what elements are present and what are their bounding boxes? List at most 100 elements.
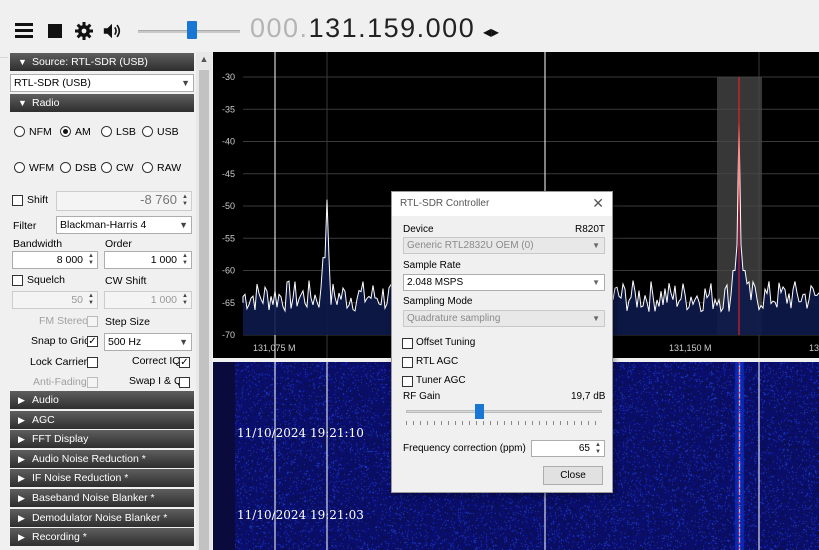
section-label: Recording * <box>32 531 87 543</box>
spin-arrows-icon[interactable]: ▲ ▼ <box>180 293 190 307</box>
step-size-select[interactable]: 500 Hz ▼ <box>104 333 192 351</box>
mode-radio-lsb[interactable]: LSB <box>101 126 136 138</box>
db-tick-label: -30 <box>222 72 235 82</box>
mode-radio-wfm[interactable]: WFM <box>14 162 54 174</box>
order-field[interactable]: 1 000 ▲ ▼ <box>104 251 192 269</box>
frequency-leading-digits[interactable]: 000. <box>250 13 309 43</box>
spin-arrows-icon[interactable]: ▲ ▼ <box>86 253 96 267</box>
scrollbar-thumb[interactable] <box>199 70 209 550</box>
section-label: IF Noise Reduction * <box>32 472 129 484</box>
sampling-mode-select[interactable]: Quadrature sampling ▼ <box>403 310 605 327</box>
rtl-sdr-controller-dialog: RTL-SDR Controller ✕ Device R820T Generi… <box>391 191 613 493</box>
chevron-down-icon: ▼ <box>179 337 188 347</box>
left-panel-scrollbar[interactable]: ▲ <box>196 52 212 550</box>
source-section-header[interactable]: ▼ Source: RTL-SDR (USB) <box>10 53 194 71</box>
device-label: Device <box>403 224 434 235</box>
demodulator-noise-blanker-section-header[interactable]: ▶ Demodulator Noise Blanker * <box>10 509 194 527</box>
menu-icon[interactable] <box>14 21 34 41</box>
mode-radio-dsb[interactable]: DSB <box>60 162 97 174</box>
frequency-digits[interactable]: 131.159.000 <box>309 13 476 43</box>
radio-dot <box>14 126 25 137</box>
db-axis-labels: -30 -35 -40 -45 -50 -55 -60 -65 -70 <box>222 72 235 340</box>
close-icon[interactable]: ✕ <box>592 195 604 212</box>
radio-dot <box>101 162 112 173</box>
scroll-up-arrow-icon[interactable]: ▲ <box>196 54 212 68</box>
spin-arrows-icon[interactable]: ▲ ▼ <box>180 194 190 208</box>
squelch-checkbox[interactable] <box>12 275 23 286</box>
rf-gain-value: 19,7 dB <box>571 391 606 402</box>
correct-iq-checkbox[interactable]: ✓ <box>179 357 190 368</box>
radio-section-header[interactable]: ▼ Radio <box>10 94 194 112</box>
bandwidth-value: 8 000 <box>56 254 83 266</box>
mode-label: LSB <box>116 126 136 138</box>
snap-to-grid-checkbox[interactable]: ✓ <box>87 336 98 347</box>
cw-shift-field[interactable]: 1 000 ▲ ▼ <box>104 291 192 309</box>
squelch-field[interactable]: 50 ▲ ▼ <box>12 291 98 309</box>
spin-arrows-icon[interactable]: ▲ ▼ <box>180 253 190 267</box>
expand-triangle-icon: ▶ <box>18 434 25 444</box>
stop-icon[interactable] <box>48 24 62 38</box>
agc-section-header[interactable]: ▶ AGC <box>10 411 194 429</box>
bandwidth-label: Bandwidth <box>13 238 63 250</box>
radio-dot-selected <box>60 126 71 137</box>
audio-section-header[interactable]: ▶ Audio <box>10 391 194 409</box>
filter-select[interactable]: Blackman-Harris 4 ▼ <box>56 216 192 234</box>
left-control-panel: ▼ Source: RTL-SDR (USB) RTL-SDR (USB) ▼ ▼ R… <box>8 52 196 550</box>
snap-to-grid-label: Snap to Grid <box>31 335 90 347</box>
order-label: Order <box>105 238 132 250</box>
lock-carrier-checkbox[interactable] <box>87 357 98 368</box>
section-label: Demodulator Noise Blanker * <box>32 512 168 524</box>
db-tick-label: -55 <box>222 233 235 243</box>
tuner-agc-checkbox[interactable] <box>402 376 413 387</box>
mode-radio-raw[interactable]: RAW <box>142 162 181 174</box>
rf-gain-slider-track[interactable] <box>406 410 602 413</box>
device-select[interactable]: Generic RTL2832U OEM (0) ▼ <box>403 237 605 254</box>
speaker-icon[interactable] <box>102 21 122 41</box>
fm-stereo-checkbox[interactable] <box>87 316 98 327</box>
recording-section-header[interactable]: ▶ Recording * <box>10 528 194 546</box>
rtl-agc-checkbox[interactable] <box>402 357 413 368</box>
spin-arrows-icon[interactable]: ▲ ▼ <box>86 293 96 307</box>
mode-radio-cw[interactable]: CW <box>101 162 134 174</box>
frequency-correction-field[interactable]: 65 ▲ ▼ <box>531 440 605 457</box>
shift-checkbox[interactable] <box>12 195 23 206</box>
tune-arrows-icon[interactable]: ◂▸ <box>483 22 499 42</box>
device-select-value: Generic RTL2832U OEM (0) <box>407 240 534 251</box>
chevron-down-icon: ▼ <box>592 241 600 250</box>
rf-gain-slider-ticks <box>406 421 602 425</box>
if-noise-reduction-section-header[interactable]: ▶ IF Noise Reduction * <box>10 469 194 487</box>
mode-radio-nfm[interactable]: NFM <box>14 126 52 138</box>
source-select[interactable]: RTL-SDR (USB) ▼ <box>10 74 194 92</box>
anti-fading-checkbox[interactable] <box>87 377 98 388</box>
spin-arrows-icon[interactable]: ▲ ▼ <box>593 442 603 456</box>
filter-label: Filter <box>13 220 37 232</box>
sample-rate-label: Sample Rate <box>403 260 461 271</box>
chevron-down-icon: ▼ <box>181 78 190 88</box>
offset-tuning-checkbox[interactable] <box>402 338 413 349</box>
audio-noise-reduction-section-header[interactable]: ▶ Audio Noise Reduction * <box>10 450 194 468</box>
bandwidth-field[interactable]: 8 000 ▲ ▼ <box>12 251 98 269</box>
collapse-triangle-icon: ▼ <box>18 57 27 67</box>
step-size-label: Step Size <box>105 316 150 328</box>
db-tick-label: -50 <box>222 201 235 211</box>
volume-slider-thumb[interactable] <box>187 21 197 39</box>
fft-display-section-header[interactable]: ▶ FFT Display <box>10 430 194 448</box>
sample-rate-select[interactable]: 2.048 MSPS ▼ <box>403 274 605 291</box>
swap-iq-checkbox[interactable] <box>179 377 190 388</box>
mode-radio-usb[interactable]: USB <box>142 126 179 138</box>
offset-tuning-label: Offset Tuning <box>416 337 476 348</box>
gear-icon[interactable] <box>74 21 94 41</box>
dialog-titlebar[interactable]: RTL-SDR Controller ✕ <box>392 192 612 216</box>
rf-gain-slider-thumb[interactable] <box>474 404 484 419</box>
close-button[interactable]: Close <box>543 466 603 485</box>
expand-triangle-icon: ▶ <box>18 513 25 523</box>
frequency-correction-value: 65 <box>578 443 590 454</box>
anti-fading-label: Anti-Fading <box>33 376 87 388</box>
source-header-label: Source: RTL-SDR (USB) <box>32 56 148 68</box>
mode-radio-am[interactable]: AM <box>60 126 91 138</box>
source-select-value: RTL-SDR (USB) <box>14 77 91 89</box>
frequency-display[interactable]: 000.131.159.000 <box>250 13 475 44</box>
baseband-noise-blanker-section-header[interactable]: ▶ Baseband Noise Blanker * <box>10 489 194 507</box>
shift-value-field[interactable]: -8 760 ▲ ▼ <box>56 191 192 211</box>
frequency-tick-label: 131,150 M <box>669 343 712 353</box>
